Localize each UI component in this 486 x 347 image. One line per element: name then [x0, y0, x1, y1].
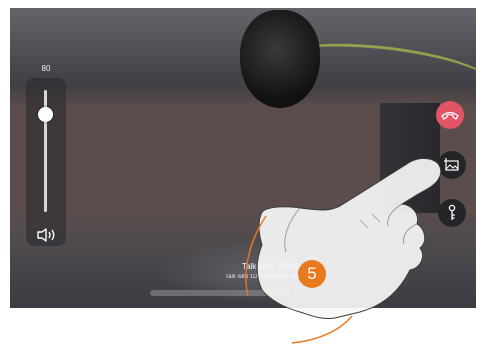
door-lock-button[interactable] [438, 199, 466, 227]
end-call-icon [441, 111, 459, 120]
camera-floor-object [150, 290, 290, 296]
snapshot-icon [444, 158, 459, 171]
step-number-badge: 5 [298, 260, 326, 288]
talk-with: Talk with 1District01#10 inch gold v ip [225, 274, 325, 280]
camera-shelf [380, 103, 440, 213]
volume-value: 80 [41, 64, 51, 73]
door-key-icon [448, 204, 456, 220]
speaker-volume-icon[interactable] [36, 227, 58, 243]
volume-slider-thumb[interactable] [38, 107, 53, 122]
snapshot-button[interactable] [438, 151, 466, 179]
talk-time: Talk time: 00:03 [241, 262, 299, 271]
end-call-button[interactable] [436, 101, 464, 129]
camera-lamp [240, 10, 320, 108]
